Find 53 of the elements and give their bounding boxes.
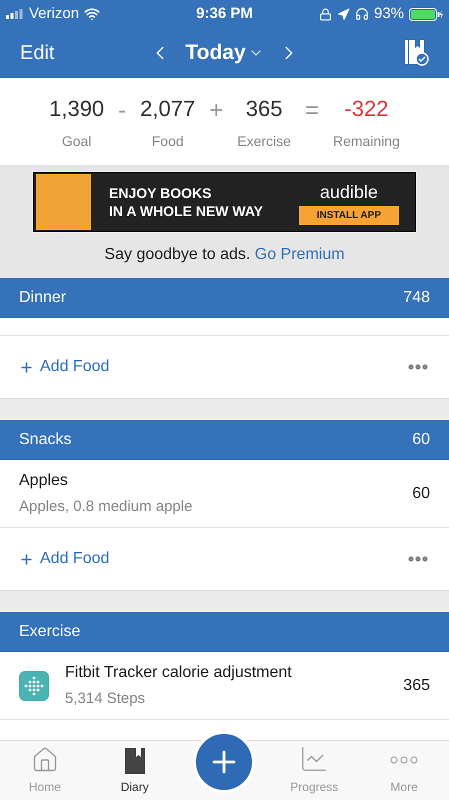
calorie-label: Goal [62, 132, 92, 150]
clock: 9:36 PM [196, 4, 253, 24]
section-total: 60 [412, 430, 430, 450]
diary-check-icon[interactable] [405, 40, 429, 66]
ad-banner[interactable]: ENJOY BOOKS IN A WHOLE NEW WAY audible INSTALL APP [33, 172, 416, 232]
entry-calories: 365 [403, 676, 430, 696]
calorie-value: 1,390 [49, 94, 104, 122]
calorie-label: Exercise [237, 132, 291, 150]
tab-bar-item[interactable]: Progress [269, 744, 360, 800]
go-premium-link[interactable]: Go Premium [254, 246, 345, 263]
book-icon [124, 748, 145, 774]
rotation-lock-icon [318, 8, 332, 20]
tab-bar-item[interactable]: Diary [90, 748, 180, 800]
entry-detail: 5,314 Steps [65, 688, 146, 709]
add-food-button[interactable]: Add Food [19, 547, 110, 571]
entry-detail: Apples, 0.8 medium apple [19, 496, 194, 517]
ad-headline: ENJOY BOOKS [109, 184, 212, 202]
entry-name: Fitbit Tracker calorie adjustment [65, 662, 293, 683]
calorie-value: 365 [246, 94, 282, 122]
plus-icon [19, 552, 34, 566]
premium-message: Say goodbye to ads. Go Premium [104, 245, 345, 265]
more-icon [390, 756, 418, 764]
tracker-app-icon [19, 670, 49, 700]
calorie-label: Food [152, 132, 184, 150]
tab-bar-item[interactable]: Home [0, 746, 90, 800]
book-cover-placeholder [36, 174, 91, 230]
plus-icon [19, 360, 34, 374]
install-app-button[interactable]: INSTALL APP [298, 206, 399, 225]
ad-headline: IN A WHOLE NEW WAY [109, 202, 263, 220]
tab-bar-item[interactable]: More [359, 746, 449, 800]
operator-sign: = [304, 96, 319, 126]
entry-calories: 60 [412, 484, 430, 504]
ad-brand: audible [320, 181, 378, 204]
battery-percent: 93% [374, 4, 404, 24]
add-food-button[interactable]: Add Food [19, 355, 110, 379]
entry-name: Apples [19, 470, 69, 491]
location-icon [336, 8, 350, 20]
section-title: Snacks [19, 430, 72, 450]
edit-button[interactable]: Edit [20, 38, 54, 68]
section-title: Exercise [19, 622, 80, 642]
section-title: Dinner [19, 288, 66, 308]
calorie-value: -322 [344, 94, 388, 122]
battery-icon [409, 8, 444, 20]
headphones-icon [354, 7, 369, 21]
operator-sign: + [209, 96, 224, 126]
calorie-label: Remaining [332, 132, 400, 151]
section-total: 748 [403, 288, 430, 308]
date-selector[interactable]: Today [185, 37, 264, 69]
carrier-name: Verizon [29, 4, 80, 24]
wifi-icon [84, 6, 100, 22]
operator-sign: - [118, 96, 126, 126]
calorie-value: 2,077 [140, 94, 196, 122]
signal-icon [6, 9, 24, 19]
